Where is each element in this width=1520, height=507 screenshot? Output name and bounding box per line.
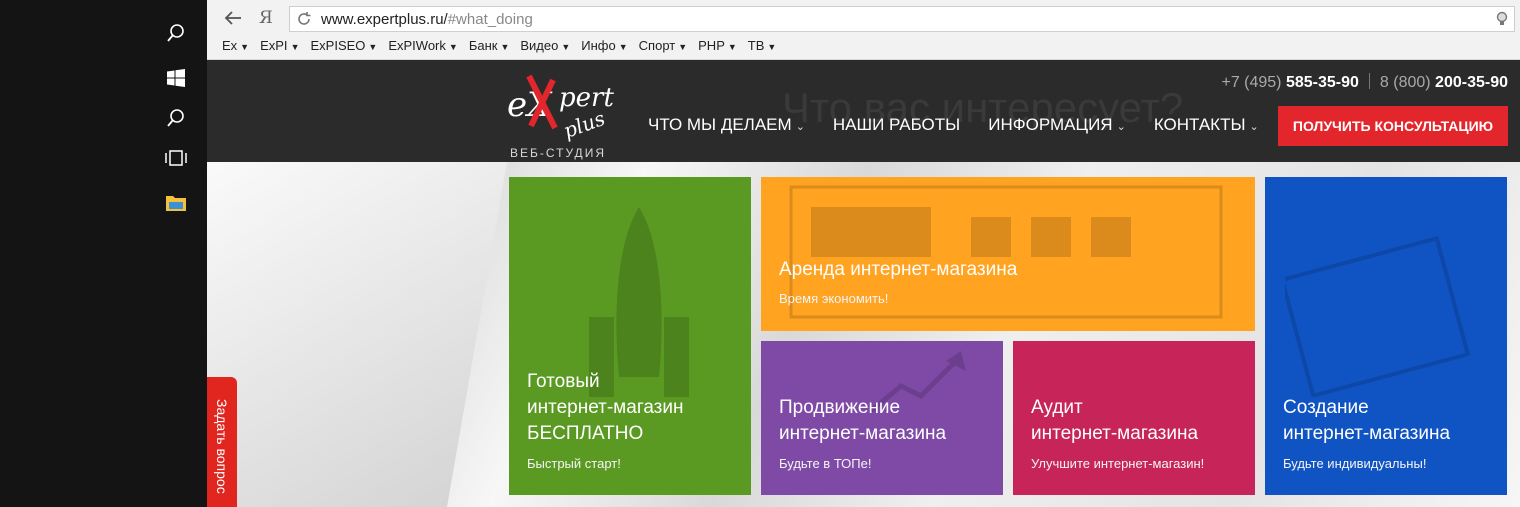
browser-window: Я www.expertplus.ru/#what_doing Ex ▼ ExPI…: [207, 0, 1520, 507]
bookmark-label: Инфо: [581, 38, 616, 53]
phone1-number[interactable]: 585-35-90: [1286, 74, 1359, 91]
menu-item-contacts[interactable]: КОНТАКТЫ ⌄: [1154, 115, 1259, 135]
tile-subtitle: Будьте индивидуальны!: [1283, 456, 1427, 471]
tile-subtitle: Время экономить!: [779, 291, 889, 306]
dropdown-caret-icon: ▼: [290, 42, 300, 52]
url-host: www.expertplus.ru/: [321, 11, 448, 28]
tile-title-line: Аудит: [1031, 397, 1083, 418]
phone2-number[interactable]: 200-35-90: [1435, 74, 1508, 91]
bookmark-folder[interactable]: Спорт ▼: [639, 38, 687, 58]
reload-icon[interactable]: [296, 11, 312, 27]
bookmark-label: ExPIWork: [388, 38, 446, 53]
yandex-button[interactable]: Я: [259, 8, 273, 28]
bookmark-label: Видео: [520, 38, 559, 53]
design-illustration-icon: [1285, 235, 1471, 397]
phone-numbers: +7 (495) 585-35-90 8 (800) 200-35-90: [1221, 73, 1508, 92]
site-header: Что вас интересует? eX pert plus ВЕБ-СТУ…: [207, 60, 1520, 162]
bookmark-label: PHP: [698, 38, 725, 53]
url-fragment: #what_doing: [447, 11, 533, 28]
menu-item-label: НАШИ РАБОТЫ: [832, 115, 961, 134]
url-text: www.expertplus.ru/#what_doing: [321, 11, 533, 28]
tile-subtitle: Будьте в ТОПе!: [779, 456, 872, 471]
dropdown-caret-icon: ▼: [500, 42, 510, 52]
bookmark-folder[interactable]: PHP ▼: [698, 38, 737, 58]
tile-title-line: Готовый: [527, 371, 600, 392]
logo-subtitle: ВЕБ-СТУДИЯ: [510, 146, 606, 160]
chevron-down-icon: ⌄: [1116, 121, 1126, 133]
tile-title-line: интернет-магазин: [527, 397, 684, 418]
lightbulb-icon[interactable]: [1494, 11, 1510, 27]
windows-taskbar: [0, 0, 207, 507]
menu-item-label: ЧТО МЫ ДЕЛАЕМ: [648, 115, 792, 134]
tile-title-line: интернет-магазина: [779, 423, 947, 444]
tile-title-line: Продвижение: [779, 397, 901, 418]
windows-start-icon[interactable]: [163, 65, 189, 91]
tile-store-audit[interactable]: Аудит интернет-магазина Улучшите интерне…: [1013, 341, 1255, 495]
task-view-icon[interactable]: [163, 145, 189, 171]
bookmark-folder[interactable]: Инфо ▼: [581, 38, 627, 58]
bookmark-folder[interactable]: Банк ▼: [469, 38, 510, 58]
bookmark-folder[interactable]: Ex ▼: [222, 38, 249, 58]
bookmark-label: Спорт: [638, 38, 676, 53]
menu-item-our-works[interactable]: НАШИ РАБОТЫ: [833, 115, 960, 135]
cortana-search-icon[interactable]: [163, 105, 189, 131]
dropdown-caret-icon: ▼: [727, 42, 737, 52]
bookmark-label: Ex: [222, 38, 238, 53]
bookmark-label: ExPISEO: [310, 38, 366, 53]
bookmark-folder[interactable]: ExPISEO ▼: [310, 38, 377, 58]
consultation-button[interactable]: ПОЛУЧИТЬ КОНСУЛЬТАЦИЮ: [1278, 106, 1508, 146]
main-menu: ЧТО МЫ ДЕЛАЕМ ⌄ НАШИ РАБОТЫ ИНФОРМАЦИЯ ⌄ К…: [648, 115, 1287, 135]
bookmark-label: ТВ: [747, 38, 765, 53]
tile-title-line: интернет-магазина: [1283, 423, 1451, 444]
bookmark-label: ExPI: [260, 38, 288, 53]
menu-item-label: КОНТАКТЫ: [1153, 115, 1246, 134]
bookmark-folder[interactable]: ExPIWork ▼: [388, 38, 457, 58]
tile-title-line: Создание: [1283, 397, 1369, 418]
tile-subtitle: Быстрый старт!: [527, 456, 621, 471]
chevron-down-icon: ⌄: [795, 121, 805, 133]
dropdown-caret-icon: ▼: [561, 42, 571, 52]
back-arrow-icon[interactable]: [223, 8, 245, 30]
ask-question-tab[interactable]: Задать вопрос: [207, 377, 237, 507]
bookmark-folder[interactable]: ExPI ▼: [260, 38, 299, 58]
menu-item-what-we-do[interactable]: ЧТО МЫ ДЕЛАЕМ ⌄: [648, 115, 805, 135]
ask-question-label: Задать вопрос: [214, 399, 230, 494]
tile-store-rental[interactable]: Аренда интернет-магазина Время экономить…: [761, 177, 1255, 331]
address-bar[interactable]: www.expertplus.ru/#what_doing: [289, 6, 1515, 32]
dropdown-caret-icon: ▼: [618, 42, 628, 52]
tile-store-creation[interactable]: Создание интернет-магазина Будьте индиви…: [1265, 177, 1507, 495]
file-explorer-icon[interactable]: [163, 190, 189, 216]
tile-subtitle: Улучшите интернет-магазин!: [1031, 456, 1205, 471]
browser-toolbar: Я www.expertplus.ru/#what_doing Ex ▼ ExPI…: [207, 0, 1520, 60]
menu-item-label: ИНФОРМАЦИЯ: [988, 115, 1113, 134]
tile-title: Аренда интернет-магазина: [779, 259, 1018, 280]
dropdown-caret-icon: ▼: [678, 42, 688, 52]
dropdown-caret-icon: ▼: [368, 42, 378, 52]
bookmark-folder[interactable]: ТВ ▼: [748, 38, 777, 58]
dropdown-caret-icon: ▼: [767, 42, 777, 52]
phone2-prefix: 8 (800): [1379, 74, 1436, 91]
phone-divider: [1368, 73, 1370, 89]
tile-free-store[interactable]: Готовый интернет-магазин БЕСПЛАТНО Быстр…: [509, 177, 751, 495]
phone1-prefix: +7 (495): [1221, 74, 1286, 91]
logo-pert: pert: [559, 83, 614, 113]
hero-decorative-shape: [207, 162, 507, 507]
site-logo[interactable]: eX pert plus ВЕБ-СТУДИЯ: [507, 66, 625, 160]
bookmark-label: Банк: [468, 38, 498, 53]
menu-item-information[interactable]: ИНФОРМАЦИЯ ⌄: [988, 115, 1126, 135]
tile-store-promotion[interactable]: Продвижение интернет-магазина Будьте в Т…: [761, 341, 1003, 495]
dropdown-caret-icon: ▼: [448, 42, 458, 52]
search-icon[interactable]: [163, 20, 189, 46]
dropdown-caret-icon: ▼: [240, 42, 250, 52]
tile-title-line: интернет-магазина: [1031, 423, 1199, 444]
bookmark-folder[interactable]: Видео ▼: [520, 38, 570, 58]
tile-title-line: БЕСПЛАТНО: [527, 423, 644, 444]
chevron-down-icon: ⌄: [1249, 121, 1259, 133]
bookmarks-bar: Ex ▼ ExPI ▼ ExPISEO ▼ ExPIWork ▼ Банк ▼ Видео…: [222, 38, 787, 58]
